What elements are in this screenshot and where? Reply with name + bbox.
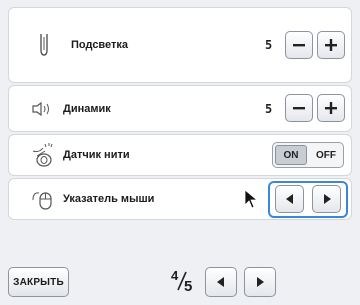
page-total: 5 bbox=[184, 278, 193, 295]
thread-sensor-label: Датчик нити bbox=[63, 149, 130, 161]
backlight-value: 5 bbox=[265, 38, 273, 52]
mouse-pointer-next-button[interactable] bbox=[312, 185, 341, 213]
speaker-decrease-button[interactable] bbox=[285, 94, 313, 122]
minus-icon bbox=[293, 44, 305, 47]
triangle-right-icon bbox=[257, 277, 264, 287]
toggle-off-button[interactable]: OFF bbox=[310, 145, 342, 165]
plus-icon bbox=[325, 39, 337, 51]
mouse-pointer-prev-button[interactable] bbox=[275, 185, 304, 213]
cursor-arrow-icon bbox=[244, 189, 258, 209]
triangle-left-icon bbox=[285, 194, 293, 204]
close-button[interactable]: ЗАКРЫТЬ bbox=[8, 267, 69, 297]
speaker-increase-button[interactable] bbox=[317, 94, 345, 122]
backlight-label: Подсветка bbox=[71, 39, 129, 51]
backlight-row: Подсветка 5 bbox=[8, 7, 352, 83]
page-indicator: 4 5 bbox=[171, 268, 205, 296]
speaker-label: Динамик bbox=[63, 102, 111, 115]
toggle-on-button[interactable]: ON bbox=[275, 145, 307, 165]
thread-spool-icon bbox=[32, 143, 53, 167]
thread-sensor-toggle[interactable]: ON OFF bbox=[272, 142, 344, 168]
triangle-left-icon bbox=[217, 277, 224, 287]
backlight-increase-button[interactable] bbox=[317, 31, 345, 59]
speaker-value: 5 bbox=[265, 101, 273, 116]
thread-sensor-row: Датчик нити ON OFF bbox=[8, 134, 352, 176]
page-next-button[interactable] bbox=[244, 267, 276, 297]
speaker-icon bbox=[32, 101, 49, 116]
page-prev-button[interactable] bbox=[205, 267, 237, 297]
triangle-right-icon bbox=[323, 194, 331, 204]
minus-icon bbox=[293, 107, 305, 110]
speaker-row: Динамик 5 bbox=[8, 85, 352, 132]
plus-icon bbox=[325, 102, 337, 114]
backlight-decrease-button[interactable] bbox=[285, 31, 313, 59]
mouse-icon bbox=[32, 192, 52, 210]
mouse-pointer-row: Указатель мыши bbox=[8, 178, 352, 220]
mouse-pointer-label: Указатель мыши bbox=[63, 193, 155, 205]
needle-icon bbox=[40, 34, 48, 56]
